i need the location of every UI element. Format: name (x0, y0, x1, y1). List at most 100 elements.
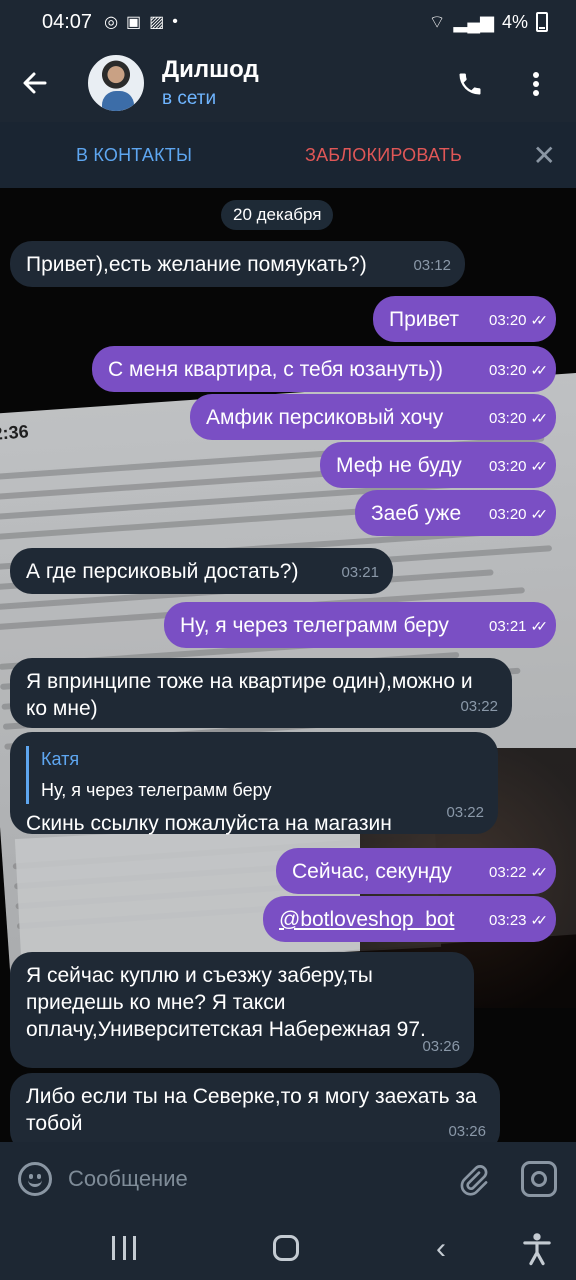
message-outgoing[interactable]: Ну, я через телеграмм беру 03:21 ✓✓ (164, 602, 556, 648)
message-outgoing[interactable]: Заеб уже 03:20 ✓✓ (355, 490, 556, 536)
emoji-icon[interactable] (18, 1162, 52, 1196)
message-text: А где персиковый достать?) (26, 560, 299, 583)
message-time: 03:20 (488, 458, 527, 475)
battery-percent: 4% (501, 11, 528, 32)
message-time: 03:26 (422, 1038, 460, 1055)
camera-icon[interactable] (521, 1161, 557, 1197)
dot-icon: • (172, 13, 178, 30)
read-checkmarks-icon: ✓✓ (530, 458, 549, 474)
wallpaper-doc-time: 22:36 (0, 421, 30, 445)
message-text: Я впринципе тоже на квартире один),можно… (26, 670, 473, 720)
read-checkmarks-icon: ✓✓ (530, 362, 549, 378)
status-bar: 04:07 ◎ ▣ ▨ • ⌔ ▂▄▆ 4% (0, 0, 576, 44)
message-meta: 03:20 ✓✓ (488, 405, 549, 432)
reply-quote[interactable]: Катя Ну, я через телеграмм беру (26, 746, 482, 804)
message-composer (0, 1142, 576, 1218)
block-user-button[interactable]: ЗАБЛОКИРОВАТЬ (305, 145, 462, 166)
message-outgoing[interactable]: Амфик персиковый хочу 03:20 ✓✓ (190, 394, 556, 440)
contact-title[interactable]: Дилшод в сети (162, 56, 259, 110)
message-incoming-reply[interactable]: Катя Ну, я через телеграмм беру Скинь сс… (10, 732, 498, 835)
message-time: 03:21 (488, 618, 527, 635)
read-checkmarks-icon: ✓✓ (530, 506, 549, 522)
message-meta: 03:22 ✓✓ (488, 859, 549, 886)
call-button[interactable] (450, 64, 490, 104)
message-incoming[interactable]: Либо если ты на Северке,то я могу заехат… (10, 1073, 500, 1142)
read-checkmarks-icon: ✓✓ (530, 912, 549, 928)
message-incoming[interactable]: Привет),есть желание помяукать?) 03:12 (10, 241, 465, 287)
gallery-icon: ▨ (149, 14, 165, 31)
paperclip-icon (460, 1165, 488, 1196)
message-meta: 03:21 ✓✓ (488, 613, 549, 640)
more-button[interactable] (516, 64, 556, 104)
phone-icon (459, 73, 481, 95)
home-icon[interactable] (273, 1235, 299, 1261)
read-checkmarks-icon: ✓✓ (530, 410, 549, 426)
status-time: 04:07 (42, 10, 93, 33)
message-text: Либо если ты на Северке,то я могу заехат… (26, 1085, 477, 1135)
message-text: Меф не буду (336, 454, 462, 477)
message-time: 03:22 (460, 698, 498, 715)
read-checkmarks-icon: ✓✓ (530, 312, 549, 328)
more-vertical-icon (533, 72, 539, 96)
message-meta: 03:20 ✓✓ (488, 357, 549, 384)
battery-icon (536, 12, 548, 32)
status-notification-icons: ◎ ▣ ▨ • (104, 12, 178, 32)
signal-icon: ▂▄▆ (453, 11, 494, 32)
wifi-icon: ⌔ (428, 11, 446, 32)
reply-author: Катя (41, 749, 80, 769)
vpn-icon: ◎ (104, 14, 119, 31)
nav-back-icon[interactable]: ‹ (436, 1232, 446, 1266)
message-meta: 03:20 ✓✓ (488, 501, 549, 528)
avatar[interactable] (86, 53, 146, 113)
read-checkmarks-icon: ✓✓ (530, 864, 549, 880)
message-outgoing[interactable]: Сейчас, секунду 03:22 ✓✓ (276, 848, 556, 894)
attach-button[interactable] (455, 1162, 491, 1198)
message-time: 03:26 (448, 1123, 486, 1140)
message-time: 03:20 (488, 312, 527, 329)
message-text: Ну, я через телеграмм беру (180, 614, 449, 637)
date-separator: 20 декабря (221, 200, 334, 230)
message-meta: 03:20 ✓✓ (488, 307, 549, 334)
chat-header: Дилшод в сети (0, 44, 576, 122)
instagram-icon: ▣ (126, 14, 142, 31)
back-button[interactable] (0, 44, 70, 122)
message-meta: 03:23 ✓✓ (489, 907, 549, 934)
message-time: 03:21 (341, 564, 379, 581)
status-right: ⌔ ▂▄▆ 4% (429, 11, 548, 34)
recents-icon[interactable] (112, 1236, 136, 1260)
message-text: Привет),есть желание помяукать?) (26, 253, 367, 276)
spam-action-bar: В КОНТАКТЫ ЗАБЛОКИРОВАТЬ ✕ (0, 122, 576, 188)
add-to-contacts-button[interactable]: В КОНТАКТЫ (76, 145, 192, 166)
message-link[interactable]: @botloveshop_bot (279, 908, 454, 931)
message-text: Привет (389, 308, 460, 331)
contact-status: в сети (162, 88, 217, 109)
message-time: 03:22 (488, 864, 527, 881)
message-text: Заеб уже (371, 502, 462, 525)
back-arrow-icon (23, 72, 47, 94)
message-outgoing[interactable]: @botloveshop_bot 03:23 ✓✓ (263, 896, 556, 942)
message-text: Я сейчас куплю и съезжу заберу,ты приеде… (26, 964, 426, 1041)
accessibility-icon[interactable] (522, 1232, 552, 1266)
chat-area[interactable]: 22:36 20 декабря Привет),есть желание по… (0, 188, 576, 1142)
message-incoming[interactable]: А где персиковый достать?) 03:21 (10, 548, 393, 594)
message-text: С меня квартира, с тебя юзануть)) (108, 358, 443, 381)
message-text: Скинь ссылку пожалуйста на магазин (26, 812, 392, 835)
message-time: 03:20 (488, 506, 527, 523)
message-text: Амфик персиковый хочу (206, 406, 444, 429)
message-meta: 03:20 ✓✓ (488, 453, 549, 480)
system-nav-bar: ‹ (0, 1218, 576, 1280)
message-outgoing[interactable]: Меф не буду 03:20 ✓✓ (320, 442, 556, 488)
reply-text: Ну, я через телеграмм беру (41, 780, 272, 800)
message-time: 03:22 (446, 804, 484, 821)
message-input[interactable] (68, 1166, 428, 1192)
message-incoming[interactable]: Я сейчас куплю и съезжу заберу,ты приеде… (10, 952, 474, 1068)
message-outgoing[interactable]: С меня квартира, с тебя юзануть)) 03:20 ✓… (92, 346, 556, 392)
message-time: 03:20 (488, 362, 527, 379)
message-time: 03:20 (488, 410, 527, 427)
message-incoming[interactable]: Я впринципе тоже на квартире один),можно… (10, 658, 512, 728)
close-icon[interactable]: ✕ (533, 139, 556, 172)
read-checkmarks-icon: ✓✓ (530, 618, 549, 634)
contact-name: Дилшод (162, 56, 259, 83)
message-time: 03:12 (413, 257, 451, 274)
message-outgoing[interactable]: Привет 03:20 ✓✓ (373, 296, 556, 342)
